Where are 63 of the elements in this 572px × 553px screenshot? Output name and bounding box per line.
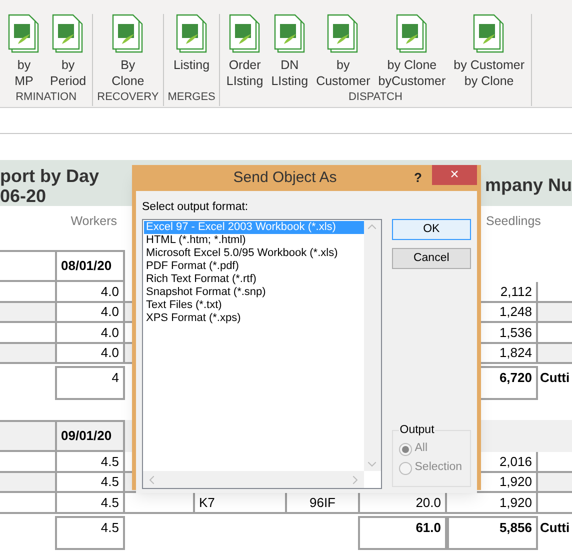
ribbon-button[interactable]: by Clone byCustomer — [376, 14, 448, 89]
format-option[interactable]: XPS Format (*.xps) — [144, 312, 364, 326]
report-title: port by Day — [0, 166, 100, 186]
column-heading: Workers — [70, 213, 117, 230]
format-option[interactable]: Microsoft Excel 5.0/95 Workbook (*.xls) — [144, 247, 364, 260]
table-cell-text: 20.0 — [416, 494, 441, 512]
ribbon-button[interactable]: by Customer — [314, 14, 372, 89]
table-cell-text: 1,248 — [499, 303, 532, 321]
radio-label: Selection — [414, 460, 462, 476]
table-cell-text: 96IF — [309, 494, 336, 512]
date-cell-text: 08/01/20 — [61, 257, 112, 276]
ribbon-button[interactable]: Order LIsting — [224, 14, 266, 89]
table-cell-text: 2,016 — [499, 452, 532, 470]
date-cell-text: 09/01/20 — [61, 427, 112, 446]
table-cell-text: 4.5 — [100, 452, 119, 470]
table-cell-text: 1,824 — [499, 344, 532, 362]
group-label: RECOVERY — [97, 90, 159, 105]
report-title: 06-20 — [0, 186, 48, 206]
table-cell-text: 2,112 — [500, 282, 532, 300]
format-option[interactable]: HTML (*.htm; *.html) — [144, 234, 364, 248]
format-option[interactable]: Text Files (*.txt) — [144, 299, 364, 312]
table-cell: Cutti — [540, 370, 570, 385]
table-cell: Cutti — [540, 520, 570, 534]
group-label: DISPATCH — [348, 90, 402, 105]
table-cell-text: 1,536 — [499, 324, 532, 342]
ribbon-button[interactable]: by MP — [4, 14, 44, 89]
ribbon-button[interactable]: by Period — [48, 14, 88, 89]
table-cell-text: 4.5 — [100, 473, 119, 491]
group-label: MERGES — [168, 90, 216, 104]
table-cell-text: 4.0 — [100, 282, 119, 300]
group-label: RMINATION — [16, 90, 77, 105]
table-cell-text: 61.0 — [416, 518, 441, 536]
close-button[interactable]: × — [432, 165, 477, 185]
dialog-button[interactable]: OK — [392, 219, 471, 240]
table-cell-text: 6,720 — [499, 369, 532, 387]
table-cell-text: 1,920 — [499, 494, 532, 512]
ribbon-button[interactable]: By Clone — [108, 14, 148, 89]
table-cell-text: K7 — [199, 494, 215, 512]
dialog-button[interactable]: Cancel — [392, 248, 471, 270]
group-legend: Output — [398, 422, 436, 440]
dialog-title: Send Object As — [232, 168, 338, 188]
ribbon-button[interactable]: Listing — [171, 14, 212, 88]
table-cell-text: 4.5 — [100, 494, 119, 512]
format-list[interactable] — [142, 219, 382, 490]
table-cell-text: 1,920 — [499, 473, 532, 491]
table-cell-text: 5,856 — [499, 518, 532, 536]
ribbon-button[interactable]: by Customer by Clone — [452, 14, 526, 89]
table-cell-text: 4 — [112, 369, 119, 387]
vertical-scrollbar[interactable] — [364, 220, 381, 472]
format-option[interactable]: PDF Format (*.pdf) — [144, 260, 364, 274]
table-cell-text: 4.0 — [100, 303, 119, 321]
help-button[interactable]: ? — [404, 168, 432, 188]
format-option[interactable]: Snapshot Format (*.snp) — [144, 286, 364, 300]
horizontal-scrollbar[interactable] — [143, 471, 364, 488]
ribbon-button[interactable]: DN LIsting — [269, 14, 310, 89]
format-option[interactable]: Rich Text Format (*.rtf) — [144, 273, 364, 286]
list-label: Select output format: — [142, 200, 250, 215]
radio-label: All — [414, 441, 428, 456]
table-cell-text: 4.5 — [100, 518, 119, 536]
table-cell-text: 4.0 — [100, 344, 119, 362]
report-title: mpany Nu — [484, 174, 572, 197]
table-cell-text: 4.0 — [100, 324, 119, 342]
column-heading: Seedlings — [486, 213, 541, 230]
